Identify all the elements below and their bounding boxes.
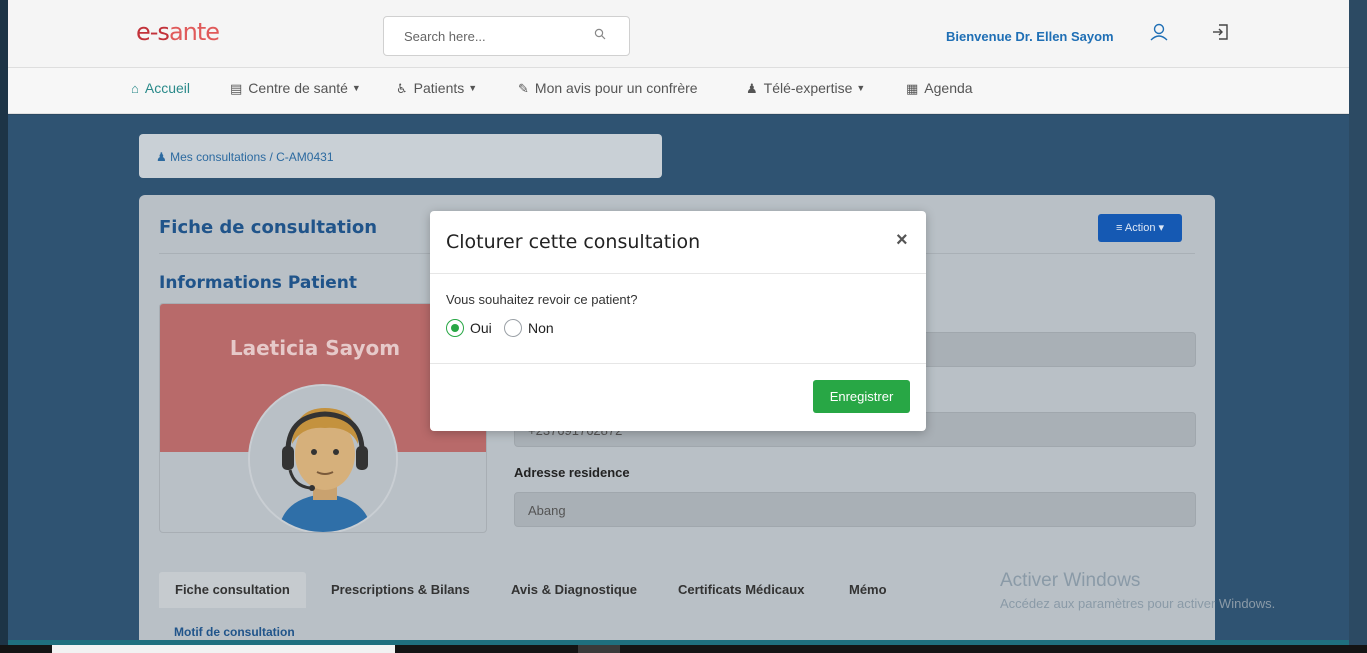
main-nav: ⌂ Accueil ▤ Centre de santé ▼ ♿ Patients ▼ ✎ M…: [8, 68, 1349, 114]
building-icon: ▤: [230, 81, 243, 96]
breadcrumb: ♟ Mes consultations / C-AM0431: [139, 134, 662, 178]
caret-down-icon: ▼: [856, 83, 866, 93]
section-title: Informations Patient: [159, 273, 358, 293]
nav-agenda[interactable]: ▦ Agenda: [906, 80, 973, 97]
tab-certificats[interactable]: Certificats Médicaux: [678, 572, 804, 608]
caret-down-icon: ▼: [468, 83, 478, 93]
taskbar-search[interactable]: [52, 645, 395, 653]
tab-avis-diagnostique[interactable]: Avis & Diagnostique: [511, 572, 637, 608]
close-consultation-modal: Cloturer cette consultation × Vous souha…: [430, 211, 926, 431]
nav-tele-expertise[interactable]: ♟ Télé-expertise ▼: [746, 80, 865, 97]
nav-patients[interactable]: ♿ Patients ▼: [396, 80, 477, 97]
radio-oui-label[interactable]: Oui: [470, 320, 492, 336]
nav-label: Mon avis pour un confrère: [534, 80, 698, 96]
radio-non-label[interactable]: Non: [528, 320, 554, 336]
radio-non[interactable]: [504, 319, 522, 337]
windows-watermark-text: Accédez aux paramètres pour activer Wind…: [1000, 596, 1276, 611]
logo-text: e-s: [136, 18, 170, 46]
wheelchair-icon: ♿: [396, 81, 408, 96]
page-title: Fiche de consultation: [159, 217, 378, 238]
nav-accueil[interactable]: ⌂ Accueil: [131, 80, 190, 96]
taskbar: [0, 640, 1367, 653]
radio-oui[interactable]: [446, 319, 464, 337]
address-field: Abang: [514, 492, 1196, 527]
address-label: Adresse residence: [514, 465, 630, 480]
avatar-illustration: [250, 386, 396, 532]
edit-icon: ✎: [518, 81, 529, 96]
taskbar-button[interactable]: [578, 645, 620, 653]
welcome-text: Bienvenue Dr. Ellen Sayom: [946, 29, 1114, 44]
calendar-icon: ▦: [906, 81, 919, 96]
action-label: Action: [1124, 222, 1156, 234]
logo-heart-text: ante: [168, 18, 220, 46]
caret-down-icon: ▼: [351, 83, 361, 93]
search-placeholder: Search here...: [404, 29, 486, 44]
breadcrumb-label: Mes consultations / C-AM0431: [170, 150, 334, 164]
modal-divider: [430, 273, 926, 274]
logo[interactable]: e-sante: [136, 18, 220, 46]
modal-title: Cloturer cette consultation: [446, 231, 701, 253]
search-icon[interactable]: [594, 28, 606, 43]
users-icon: ♟: [746, 81, 758, 96]
avatar: [248, 384, 398, 532]
windows-watermark-title: Activer Windows: [1000, 570, 1141, 591]
nav-mon-avis[interactable]: ✎ Mon avis pour un confrère: [518, 80, 698, 97]
tab-fiche-consultation[interactable]: Fiche consultation: [159, 572, 306, 608]
logout-icon[interactable]: [1211, 22, 1231, 45]
nav-label: Accueil: [144, 80, 190, 96]
motif-label: Motif de consultation: [174, 625, 295, 639]
nav-label: Patients: [413, 80, 465, 96]
window-edge: [0, 0, 8, 653]
search-input[interactable]: Search here...: [383, 16, 630, 56]
action-button[interactable]: ≡ Action ▾: [1098, 214, 1182, 242]
close-icon[interactable]: ×: [896, 229, 908, 252]
save-button[interactable]: Enregistrer: [813, 380, 910, 413]
modal-divider: [430, 363, 926, 364]
nav-label: Télé-expertise: [763, 80, 853, 96]
home-icon: ⌂: [131, 81, 139, 96]
user-icon[interactable]: [1149, 22, 1169, 45]
top-bar: e-sante Search here... Bienvenue Dr. Ell…: [8, 0, 1349, 68]
nav-centre-de-sante[interactable]: ▤ Centre de santé ▼: [230, 80, 361, 97]
nav-label: Centre de santé: [248, 80, 348, 96]
field-value: Abang: [528, 503, 566, 518]
patient-name: Laeticia Sayom: [229, 336, 401, 360]
modal-question: Vous souhaitez revoir ce patient?: [446, 292, 638, 307]
nav-label: Agenda: [924, 80, 973, 96]
tab-prescriptions[interactable]: Prescriptions & Bilans: [331, 572, 470, 608]
tab-memo[interactable]: Mémo: [849, 572, 887, 608]
breadcrumb-text[interactable]: ♟ Mes consultations / C-AM0431: [156, 150, 334, 164]
